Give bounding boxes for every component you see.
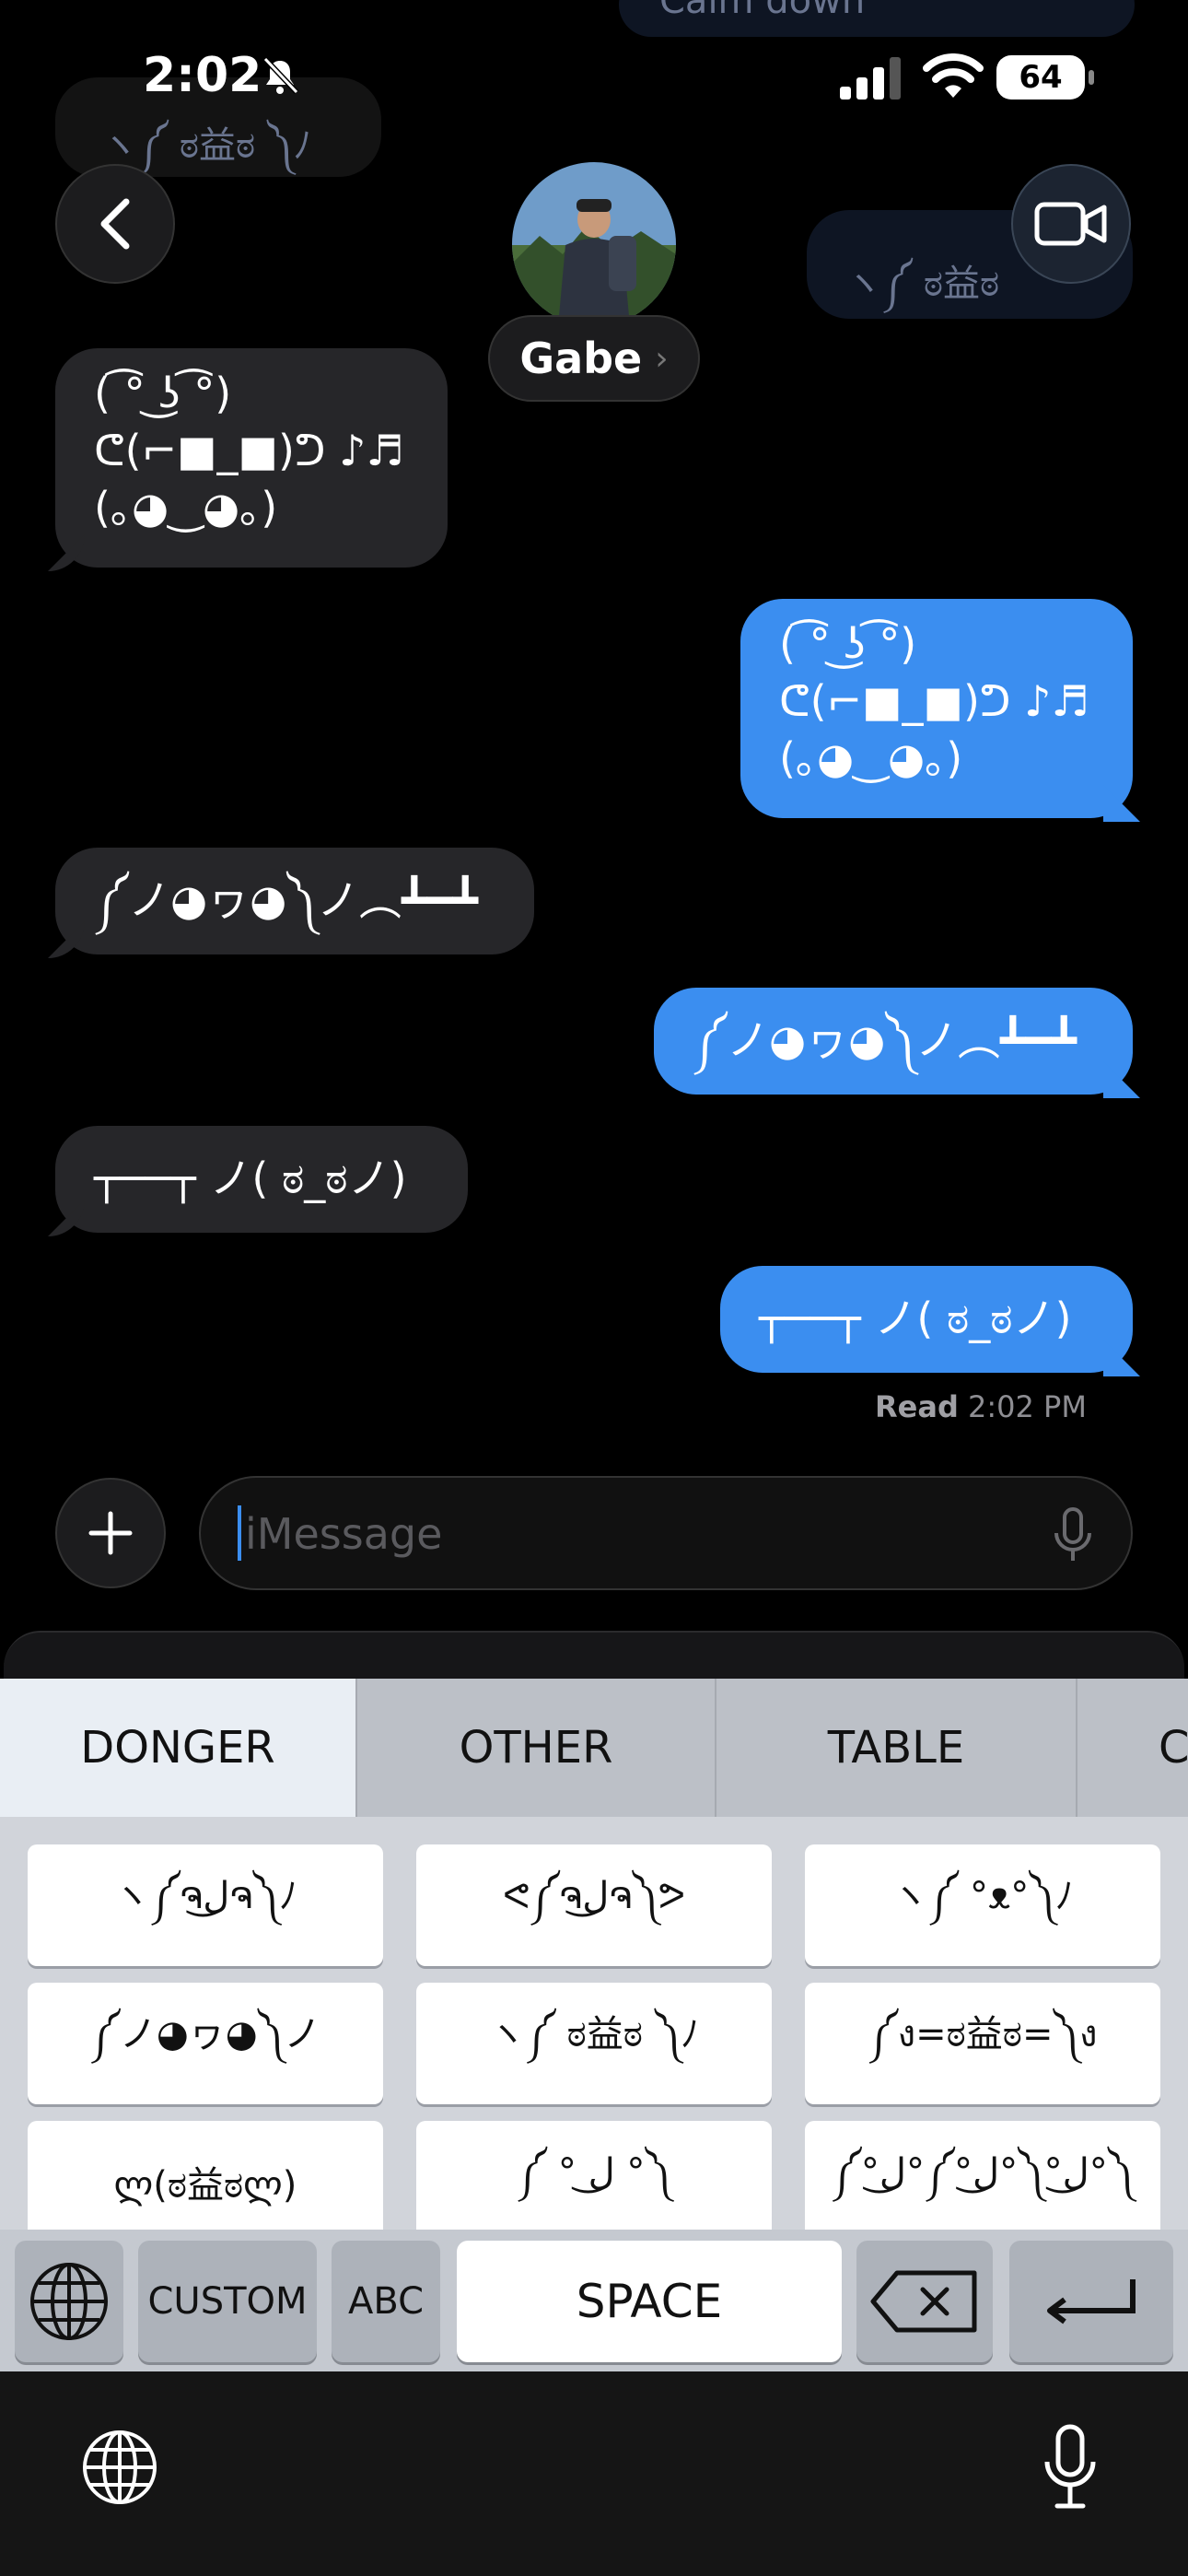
tab-donger[interactable]: DONGER [0,1679,357,1817]
ghost-text-right: ヽ༼ ಠ益ಠ [845,263,1000,305]
return-key[interactable] [1009,2241,1173,2362]
facetime-video-button[interactable] [1011,164,1131,284]
apps-plus-button[interactable] [55,1478,166,1588]
abc-key[interactable]: ABC [332,2241,440,2362]
microphone-icon[interactable] [1052,1507,1094,1564]
message-outgoing[interactable]: ༼ノ◕ヮ◕༽ノ︵┻━┻ [654,988,1133,1095]
chevron-right-icon: › [655,339,669,378]
keyboard-footer [0,2371,1188,2576]
read-label: Read [875,1389,959,1424]
tab-next[interactable]: C [1077,1679,1188,1817]
donger-key[interactable]: ヽ༼ ಠ益ಠ ༽ﾉ [416,1983,772,2104]
bell-slash-icon [262,56,299,95]
message-outgoing[interactable]: ( ͡° ͜ʖ ͡°) ᕦ(⌐■_■)ᕤ ♪♬ (｡◕‿◕｡) [740,599,1133,818]
message-incoming[interactable]: ( ͡° ͜ʖ ͡°) ᕦ(⌐■_■)ᕤ ♪♬ (｡◕‿◕｡) [55,348,448,568]
message-placeholder: iMessage [245,1509,443,1559]
donger-key[interactable]: ༼°ل͜°༼°ل͜°༽°ل͜°༽ [805,2121,1160,2242]
donger-key[interactable]: ༼ ° ل͜ °༽ [416,2121,772,2242]
delete-key[interactable] [856,2241,993,2362]
globe-icon [30,2263,108,2340]
wifi-icon [923,53,984,98]
cellular-signal-icon [840,57,901,100]
battery-indicator: 64 [996,55,1094,100]
tab-table[interactable]: TABLE [716,1679,1077,1817]
video-camera-icon [1034,202,1107,246]
text-caret [238,1505,241,1561]
message-incoming[interactable]: ༼ノ◕ヮ◕༽ノ︵┻━┻ [55,848,534,954]
space-key[interactable]: SPACE [457,2241,842,2362]
contact-name: Gabe [519,334,643,383]
contact-avatar[interactable] [512,162,676,326]
backspace-icon [870,2270,977,2333]
custom-key[interactable]: CUSTOM [138,2241,317,2362]
plus-icon [88,1511,133,1555]
ghost-text-top: Calm down [659,0,866,22]
read-time: 2:02 PM [968,1389,1087,1424]
donger-key[interactable]: ヽ༼ °ᴥ°༽ﾉ [805,1844,1160,1966]
donger-key[interactable]: ლ(ಠ益ಠლ) [28,2121,383,2242]
globe-icon[interactable] [79,2427,160,2508]
donger-key[interactable]: ヽ༼ຈل͜ຈ༽ﾉ [28,1844,383,1966]
back-button[interactable] [55,164,175,284]
message-outgoing[interactable]: ┬──┬ ノ( ಠ_ಠノ) [720,1266,1133,1373]
return-icon [1047,2279,1136,2324]
donger-key[interactable]: ༼ノ◕ヮ◕༽ノ [28,1983,383,2104]
keyboard-category-tabs: DONGER OTHER TABLE C [0,1679,1188,1817]
read-receipt: Read 2:02 PM [875,1389,1087,1424]
dictation-microphone-icon[interactable] [1042,2423,1098,2512]
globe-key[interactable] [15,2241,123,2362]
tab-other[interactable]: OTHER [357,1679,716,1817]
contact-name-button[interactable]: Gabe › [488,315,700,402]
donger-key[interactable]: ᕙ༼ຈل͜ຈ༽ᕗ [416,1844,772,1966]
avatar-photo [512,162,676,326]
donger-key[interactable]: ༼ง=ಠ益ಠ=༽ง [805,1983,1160,2104]
status-time: 2:02 [143,48,262,103]
chevron-left-icon [100,198,130,250]
message-incoming[interactable]: ┬──┬ ノ( ಠ_ಠノ) [55,1126,468,1233]
